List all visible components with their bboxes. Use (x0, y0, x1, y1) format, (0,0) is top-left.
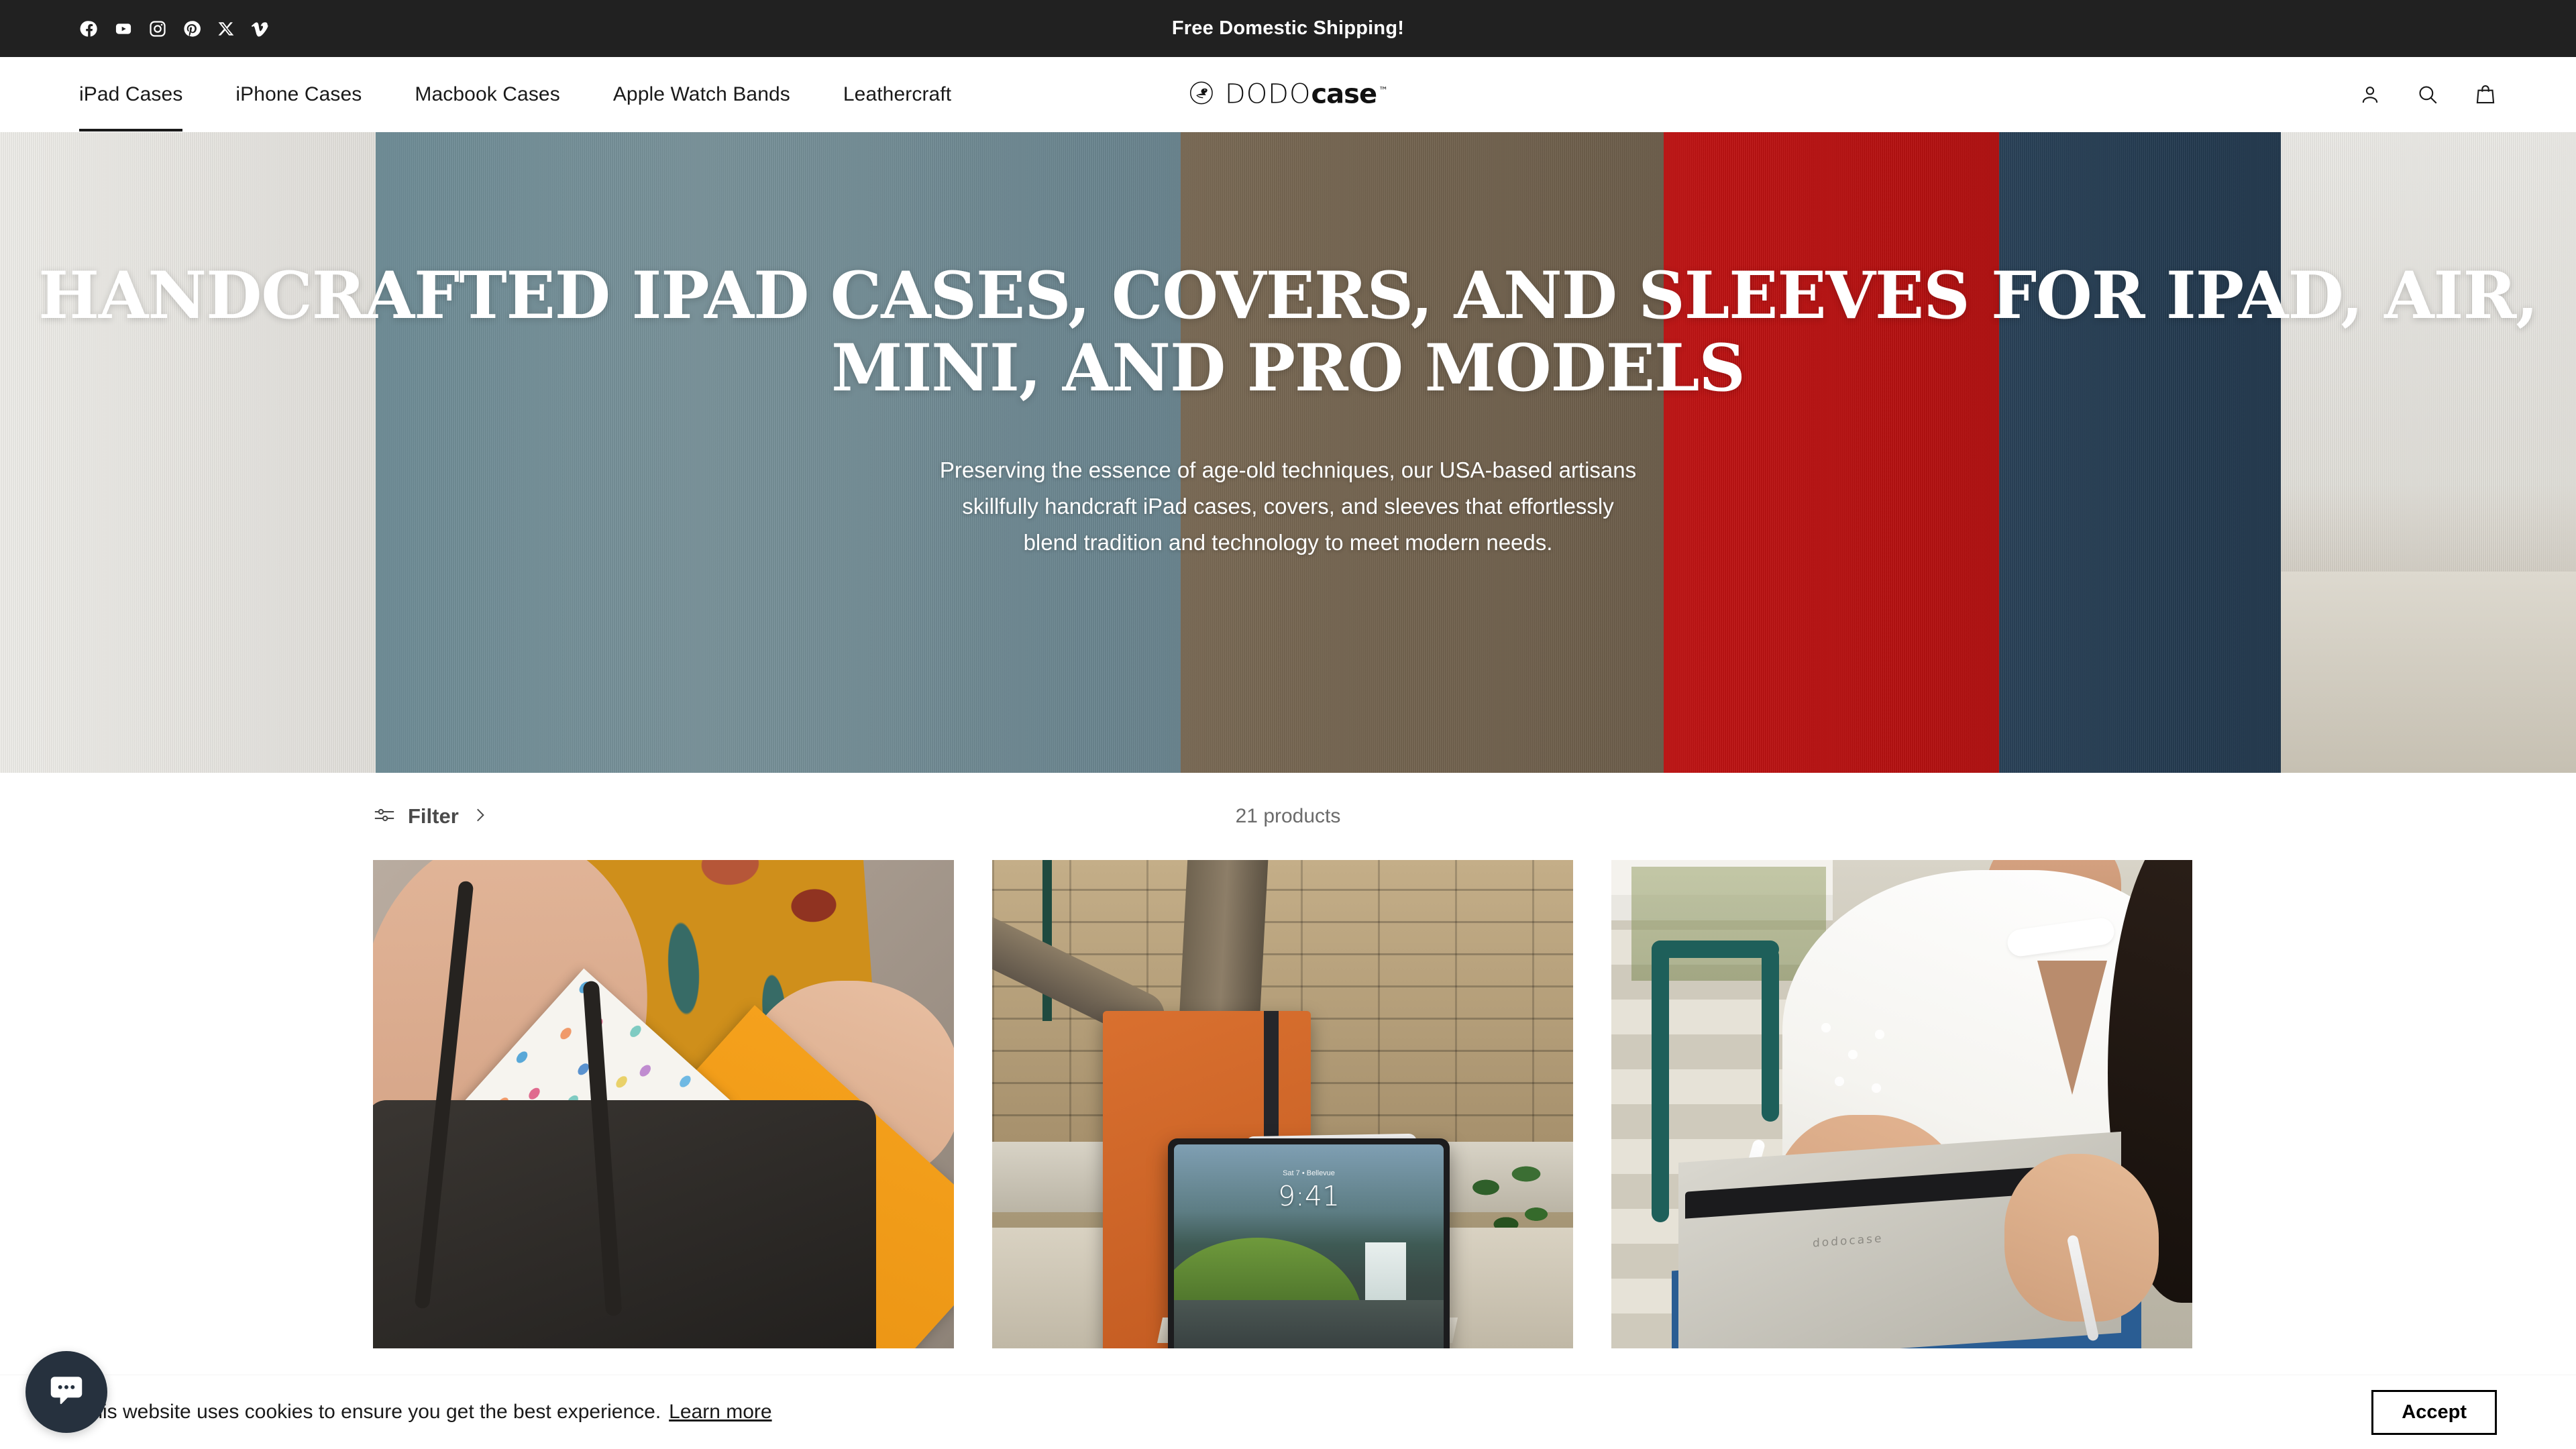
product-card[interactable]: dodocase (1611, 860, 2192, 1348)
site-header: iPad Cases iPhone Cases Macbook Cases Ap… (0, 57, 2576, 132)
product-count: 21 products (1235, 805, 1341, 827)
hero-subtitle-line-3: blend tradition and technology to meet m… (1023, 529, 1553, 555)
logo-wordmark: DODO case ™ (1224, 78, 1388, 110)
site-logo[interactable]: DODO case ™ (1189, 78, 1388, 110)
hero-subtitle: Preserving the essence of age-old techni… (0, 452, 2576, 560)
product-card[interactable]: Sat 7 • Bellevue 9:41 (992, 860, 1573, 1348)
header-actions (2359, 83, 2497, 106)
logo-text-dodo: DODO (1224, 78, 1311, 110)
logo-text-case: case (1311, 78, 1377, 110)
collection-toolbar: Filter 21 products (0, 773, 2576, 860)
dodo-bird-logo-icon (1189, 80, 1214, 109)
hero-banner: HANDCRAFTED IPAD CASES, COVERS, AND SLEE… (0, 132, 2576, 773)
device-lockscreen-date: Sat 7 • Bellevue (1283, 1169, 1335, 1177)
product-image-woman-with-ipad: dodocase (1611, 860, 2192, 1348)
account-icon[interactable] (2359, 83, 2381, 106)
cookie-consent-message: This website uses cookies to ensure you … (79, 1401, 661, 1423)
cookie-consent-text: This website uses cookies to ensure you … (79, 1401, 772, 1424)
cookie-consent-banner: This website uses cookies to ensure you … (0, 1375, 2576, 1449)
main-navigation: iPad Cases iPhone Cases Macbook Cases Ap… (79, 57, 1004, 131)
nav-item-iphone-cases[interactable]: iPhone Cases (235, 57, 362, 131)
nav-item-ipad-cases[interactable]: iPad Cases (79, 57, 183, 131)
device-lockscreen-time: 9:41 (1277, 1180, 1340, 1213)
announcement-message: Free Domestic Shipping! (1171, 17, 1405, 39)
announcement-bar: Free Domestic Shipping! (0, 0, 2576, 57)
hero-subtitle-line-2: skillfully handcraft iPad cases, covers,… (962, 493, 1614, 519)
chat-widget-button[interactable] (25, 1351, 107, 1433)
nav-item-leathercraft[interactable]: Leathercraft (843, 57, 951, 131)
nav-item-apple-watch-bands[interactable]: Apple Watch Bands (613, 57, 790, 131)
cookie-learn-more-link[interactable]: Learn more (669, 1401, 771, 1423)
cart-icon[interactable] (2474, 83, 2497, 106)
product-card[interactable] (373, 860, 954, 1348)
product-image-handbag-sleeve (373, 860, 954, 1348)
hero-content: HANDCRAFTED IPAD CASES, COVERS, AND SLEE… (0, 132, 2576, 560)
product-grid: Sat 7 • Bellevue 9:41 dodocase (0, 860, 2576, 1348)
search-icon[interactable] (2416, 83, 2439, 106)
chat-bubble-icon (46, 1370, 87, 1415)
logo-trademark: ™ (1379, 85, 1388, 97)
cookie-accept-button[interactable]: Accept (2371, 1389, 2497, 1435)
hero-floor (2281, 572, 2576, 773)
hero-subtitle-line-1: Preserving the essence of age-old techni… (939, 458, 1637, 483)
product-image-orange-folio-ipad: Sat 7 • Bellevue 9:41 (992, 860, 1573, 1348)
nav-item-macbook-cases[interactable]: Macbook Cases (415, 57, 559, 131)
hero-title: HANDCRAFTED IPAD CASES, COVERS, AND SLEE… (38, 258, 2538, 406)
